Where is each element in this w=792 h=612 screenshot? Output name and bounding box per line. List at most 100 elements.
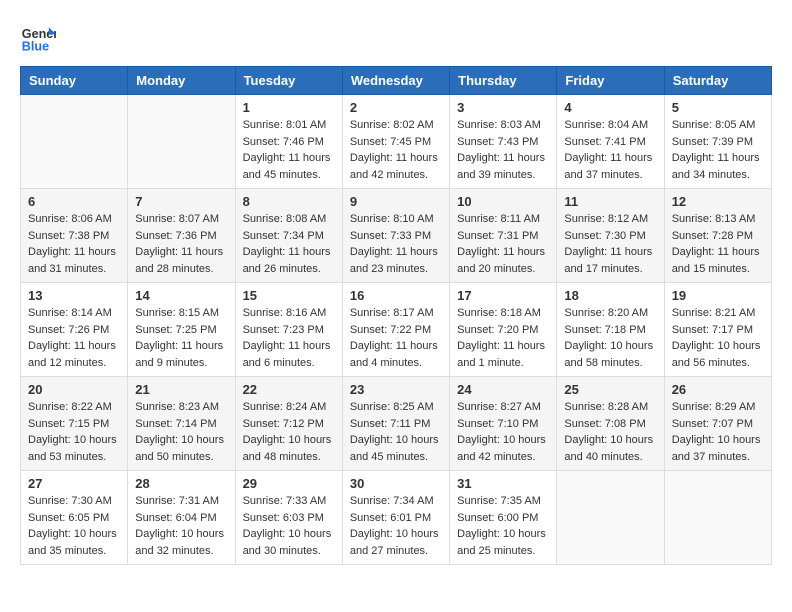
calendar-day: 5Sunrise: 8:05 AMSunset: 7:39 PMDaylight… xyxy=(664,95,771,189)
calendar-day: 7Sunrise: 8:07 AMSunset: 7:36 PMDaylight… xyxy=(128,189,235,283)
weekday-header-wednesday: Wednesday xyxy=(342,67,449,95)
day-info-line: Daylight: 10 hours and 35 minutes. xyxy=(28,528,117,557)
calendar-week-4: 20Sunrise: 8:22 AMSunset: 7:15 PMDayligh… xyxy=(21,377,772,471)
calendar-day: 20Sunrise: 8:22 AMSunset: 7:15 PMDayligh… xyxy=(21,377,128,471)
calendar-day: 28Sunrise: 7:31 AMSunset: 6:04 PMDayligh… xyxy=(128,471,235,565)
day-number: 5 xyxy=(672,100,764,115)
day-info: Sunrise: 8:04 AMSunset: 7:41 PMDaylight:… xyxy=(564,117,656,183)
day-number: 11 xyxy=(564,194,656,209)
day-info-line: Sunset: 7:10 PM xyxy=(457,418,538,430)
day-info: Sunrise: 8:01 AMSunset: 7:46 PMDaylight:… xyxy=(243,117,335,183)
day-info-line: Daylight: 11 hours and 9 minutes. xyxy=(135,340,223,369)
day-info-line: Sunrise: 8:15 AM xyxy=(135,307,219,319)
day-info-line: Sunrise: 8:20 AM xyxy=(564,307,648,319)
calendar-day xyxy=(664,471,771,565)
day-info-line: Sunset: 7:23 PM xyxy=(243,324,324,336)
day-info-line: Sunset: 7:43 PM xyxy=(457,136,538,148)
day-info-line: Sunrise: 8:08 AM xyxy=(243,213,327,225)
calendar-day xyxy=(128,95,235,189)
day-info: Sunrise: 8:13 AMSunset: 7:28 PMDaylight:… xyxy=(672,211,764,277)
day-info-line: Daylight: 11 hours and 28 minutes. xyxy=(135,246,223,275)
day-info: Sunrise: 8:27 AM Sunset: 7:10 PM Daylight:… xyxy=(457,399,549,465)
day-info-line: Sunset: 7:25 PM xyxy=(135,324,216,336)
day-info-line: Sunset: 7:34 PM xyxy=(243,230,324,242)
day-info: Sunrise: 8:21 AMSunset: 7:17 PMDaylight:… xyxy=(672,305,764,371)
day-info-line: Sunset: 6:03 PM xyxy=(243,512,324,524)
day-info-line: Sunset: 7:14 PM xyxy=(135,418,216,430)
calendar-day: 1Sunrise: 8:01 AMSunset: 7:46 PMDaylight… xyxy=(235,95,342,189)
day-info-line: Daylight: 11 hours and 23 minutes. xyxy=(350,246,438,275)
day-info-line: Daylight: 10 hours and 56 minutes. xyxy=(672,340,761,369)
calendar-day: 8Sunrise: 8:08 AMSunset: 7:34 PMDaylight… xyxy=(235,189,342,283)
day-number: 29 xyxy=(243,476,335,491)
calendar-day: 6 Sunrise: 8:06 AMSunset: 7:38 PMDaylight… xyxy=(21,189,128,283)
day-info-line: Daylight: 10 hours and 45 minutes. xyxy=(350,434,439,463)
day-number: 6 xyxy=(28,194,120,209)
day-info: Sunrise: 8:06 AMSunset: 7:38 PMDaylight:… xyxy=(28,211,120,277)
day-number: 31 xyxy=(457,476,549,491)
day-info-line: Daylight: 11 hours and 34 minutes. xyxy=(672,152,760,181)
day-info-line: Daylight: 10 hours and 42 minutes. xyxy=(457,434,546,463)
weekday-header-tuesday: Tuesday xyxy=(235,67,342,95)
calendar-day: 14 Sunrise: 8:15 AM Sunset: 7:25 PM Dayligh… xyxy=(128,283,235,377)
day-number: 26 xyxy=(672,382,764,397)
day-number: 18 xyxy=(564,288,656,303)
day-info-line: Sunrise: 8:17 AM xyxy=(350,307,434,319)
day-info-line: Daylight: 10 hours and 27 minutes. xyxy=(350,528,439,557)
day-number: 13 xyxy=(28,288,120,303)
day-info-line: Daylight: 11 hours and 4 minutes. xyxy=(350,340,438,369)
day-info-line: Sunrise: 7:33 AM xyxy=(243,495,327,507)
calendar-day: 17Sunrise: 8:18 AMSunset: 7:20 PMDayligh… xyxy=(450,283,557,377)
day-number: 14 xyxy=(135,288,227,303)
day-info-line: Sunrise: 8:23 AM xyxy=(135,401,219,413)
weekday-header-monday: Monday xyxy=(128,67,235,95)
calendar-day: 29Sunrise: 7:33 AMSunset: 6:03 PMDayligh… xyxy=(235,471,342,565)
day-info-line: Sunset: 7:30 PM xyxy=(564,230,645,242)
day-number: 22 xyxy=(243,382,335,397)
day-number: 19 xyxy=(672,288,764,303)
calendar-day: 9Sunrise: 8:10 AMSunset: 7:33 PMDaylight… xyxy=(342,189,449,283)
day-info-line: Sunrise: 7:35 AM xyxy=(457,495,541,507)
day-info-line: Sunset: 7:07 PM xyxy=(672,418,753,430)
day-info-line: Sunset: 7:18 PM xyxy=(564,324,645,336)
day-info-line: Sunrise: 7:31 AM xyxy=(135,495,219,507)
day-info-line: Sunrise: 8:02 AM xyxy=(350,119,434,131)
calendar-week-2: 6 Sunrise: 8:06 AMSunset: 7:38 PMDaylight… xyxy=(21,189,772,283)
day-info-line: Sunset: 7:46 PM xyxy=(243,136,324,148)
day-info-line: Daylight: 11 hours and 31 minutes. xyxy=(28,246,116,275)
day-info: Sunrise: 7:34 AMSunset: 6:01 PMDaylight:… xyxy=(350,493,442,559)
day-info-line: Sunrise: 8:28 AM xyxy=(564,401,648,413)
calendar-week-3: 13Sunrise: 8:14 AMSunset: 7:26 PMDayligh… xyxy=(21,283,772,377)
day-info-line: Sunrise: 8:01 AM xyxy=(243,119,327,131)
day-info-line: Daylight: 10 hours and 32 minutes. xyxy=(135,528,224,557)
calendar-day: 18Sunrise: 8:20 AMSunset: 7:18 PMDayligh… xyxy=(557,283,664,377)
day-info-line: Sunrise: 8:04 AM xyxy=(564,119,648,131)
day-info-line: Sunrise: 8:12 AM xyxy=(564,213,648,225)
day-info: Sunrise: 7:33 AMSunset: 6:03 PMDaylight:… xyxy=(243,493,335,559)
day-info-line: Sunrise: 8:03 AM xyxy=(457,119,541,131)
day-number: 17 xyxy=(457,288,549,303)
day-number: 25 xyxy=(564,382,656,397)
page-header: General Blue xyxy=(20,20,772,56)
day-info-line: Sunset: 7:20 PM xyxy=(457,324,538,336)
weekday-header-row: SundayMondayTuesdayWednesdayThursdayFrid… xyxy=(21,67,772,95)
day-info-line: Sunset: 7:08 PM xyxy=(564,418,645,430)
day-info-line: Sunset: 7:31 PM xyxy=(457,230,538,242)
day-info-line: Sunrise: 8:25 AM xyxy=(350,401,434,413)
calendar-day: 24Sunrise: 8:27 AMSunset: 7:10 PMDayligh… xyxy=(450,377,557,471)
calendar-day: 4Sunrise: 8:04 AMSunset: 7:41 PMDaylight… xyxy=(557,95,664,189)
calendar-day: 25 Sunrise: 8:28 AM Sunset: 7:08 PM Dayligh… xyxy=(557,377,664,471)
day-info-line: Sunset: 7:15 PM xyxy=(28,418,109,430)
day-info: Sunrise: 7:30 AMSunset: 6:05 PMDaylight:… xyxy=(28,493,120,559)
day-info-line: Daylight: 11 hours and 15 minutes. xyxy=(672,246,760,275)
day-info-line: Daylight: 10 hours and 25 minutes. xyxy=(457,528,546,557)
day-info-line: Sunrise: 8:27 AM xyxy=(457,401,541,413)
day-info-line: Daylight: 10 hours and 40 minutes. xyxy=(564,434,653,463)
calendar-day: 23Sunrise: 8:25 AMSunset: 7:11 PMDayligh… xyxy=(342,377,449,471)
calendar-week-1: 1Sunrise: 8:01 AMSunset: 7:46 PMDaylight… xyxy=(21,95,772,189)
calendar-day xyxy=(21,95,128,189)
day-info-line: Sunrise: 8:14 AM xyxy=(28,307,112,319)
svg-text:Blue: Blue xyxy=(22,40,49,54)
day-number: 28 xyxy=(135,476,227,491)
day-number: 10 xyxy=(457,194,549,209)
